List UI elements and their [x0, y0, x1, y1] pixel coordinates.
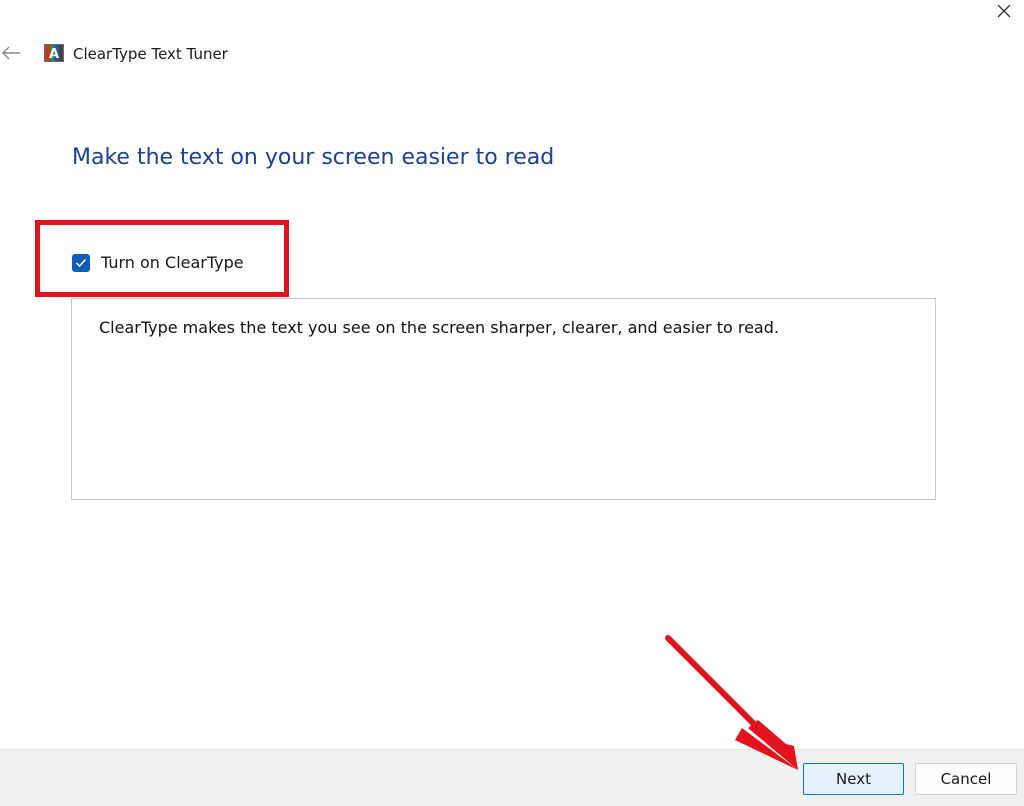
cleartype-checkbox-label: Turn on ClearType [101, 253, 244, 272]
cleartype-checkbox[interactable] [72, 254, 90, 272]
close-button[interactable] [984, 0, 1024, 22]
next-button[interactable]: Next [803, 763, 904, 795]
window-title: ClearType Text Tuner [73, 45, 228, 63]
close-icon [997, 4, 1011, 18]
description-text: ClearType makes the text you see on the … [99, 318, 779, 337]
svg-text:A: A [49, 47, 59, 62]
back-button[interactable] [0, 42, 22, 64]
page-heading: Make the text on your screen easier to r… [72, 145, 555, 170]
cancel-button[interactable]: Cancel [915, 763, 1017, 795]
back-arrow-icon [2, 46, 20, 60]
cleartype-checkbox-row[interactable]: Turn on ClearType [72, 253, 244, 273]
checkmark-icon [75, 258, 87, 268]
description-panel: ClearType makes the text you see on the … [71, 298, 936, 500]
cleartype-app-icon: A [44, 44, 64, 62]
annotation-arrow-shaft [665, 635, 771, 741]
